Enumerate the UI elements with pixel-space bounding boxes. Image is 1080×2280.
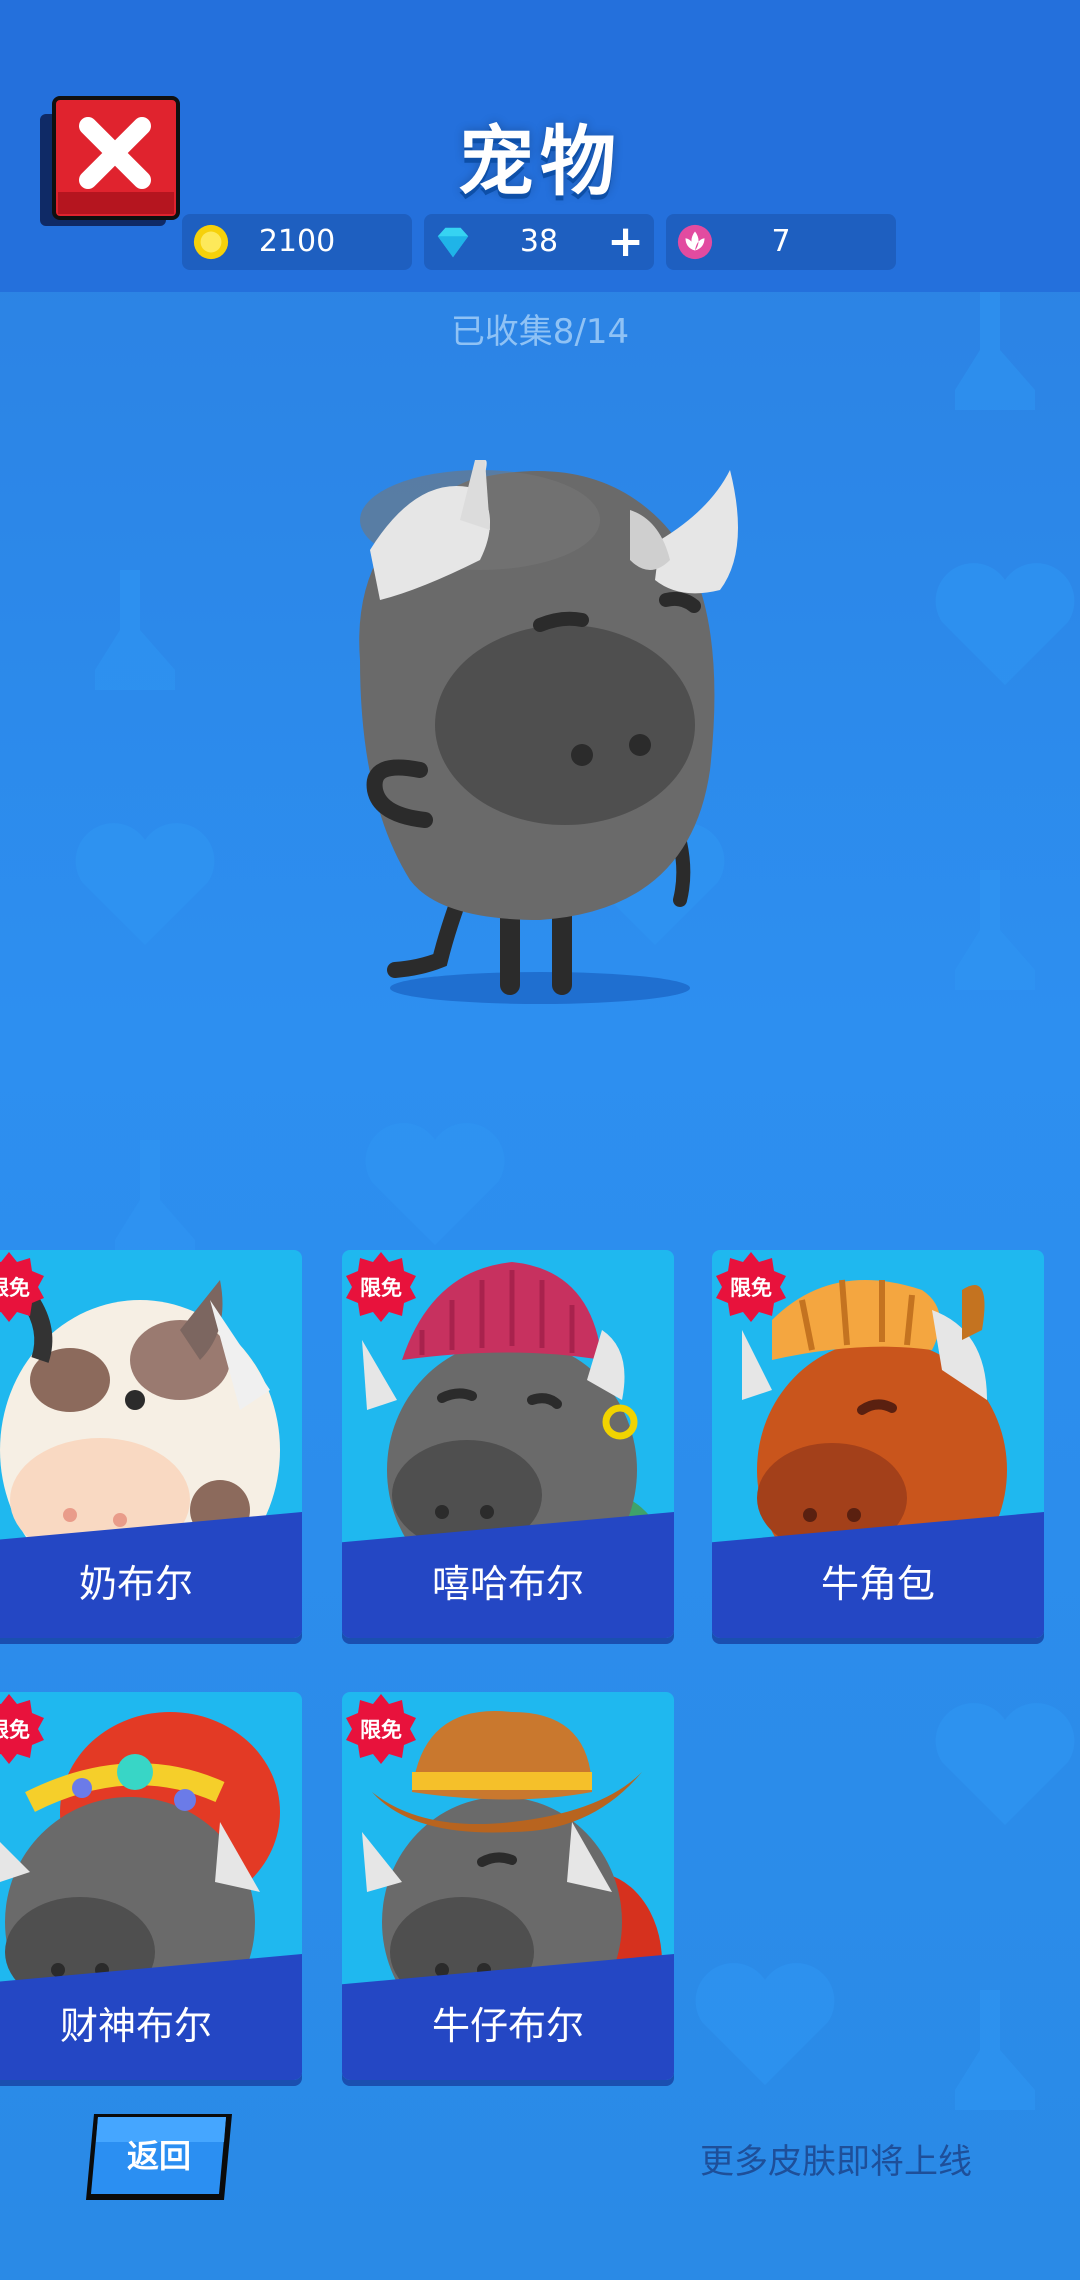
diamond-counter: 38 + [424, 214, 654, 270]
free-badge-label: 限免 [360, 1718, 402, 1742]
heart-pattern-icon [365, 1123, 505, 1245]
pet-name: 奶布尔 [78, 1562, 193, 1606]
plunger-pattern-icon [955, 870, 1035, 990]
pet-card-cowboy-bull[interactable]: 牛仔布尔 限免 [342, 1692, 674, 2080]
page-title: 宠物 [458, 117, 622, 206]
pet-name: 财神布尔 [59, 2004, 212, 2048]
heart-pattern-icon [935, 1703, 1075, 1825]
coin-value: 2100 [258, 224, 336, 259]
back-button-label: 返回 [126, 2137, 191, 2175]
free-badge-label: 限免 [360, 1276, 402, 1300]
flower-token-value: 7 [771, 224, 791, 259]
coin-counter: 2100 [182, 214, 412, 270]
pet-card-fortune-bull[interactable]: 财神布尔 限免 [0, 1692, 302, 2080]
pet-name: 牛仔布尔 [431, 2004, 584, 2048]
plunger-pattern-icon [955, 1990, 1035, 2110]
plunger-pattern-icon [95, 570, 175, 690]
free-badge-label: 限免 [0, 1718, 30, 1742]
pet-card-milk-bull[interactable]: 奶布尔 限免 [0, 1250, 302, 1638]
free-badge-label: 限免 [0, 1276, 30, 1300]
heart-pattern-icon [695, 1963, 835, 2085]
heart-pattern-icon [75, 823, 215, 945]
pet-card-croissant-bull[interactable]: 牛角包 限免 [712, 1250, 1044, 1638]
heart-pattern-icon [935, 563, 1075, 685]
bull-pet-icon [359, 460, 738, 1004]
plunger-pattern-icon [955, 290, 1035, 410]
add-diamond-button[interactable]: + [607, 216, 644, 267]
pet-name: 嘻哈布尔 [431, 1562, 584, 1606]
flower-token-counter: 7 [666, 214, 896, 270]
more-skins-notice: 更多皮肤即将上线 [700, 2142, 972, 2182]
selected-pet[interactable] [330, 440, 790, 1020]
pet-name: 牛角包 [820, 1562, 935, 1606]
pet-card-hiphop-bull[interactable]: 嘻哈布尔 限免 [342, 1250, 674, 1638]
collection-progress: 已收集8/14 [450, 312, 630, 352]
free-badge-label: 限免 [730, 1276, 772, 1300]
